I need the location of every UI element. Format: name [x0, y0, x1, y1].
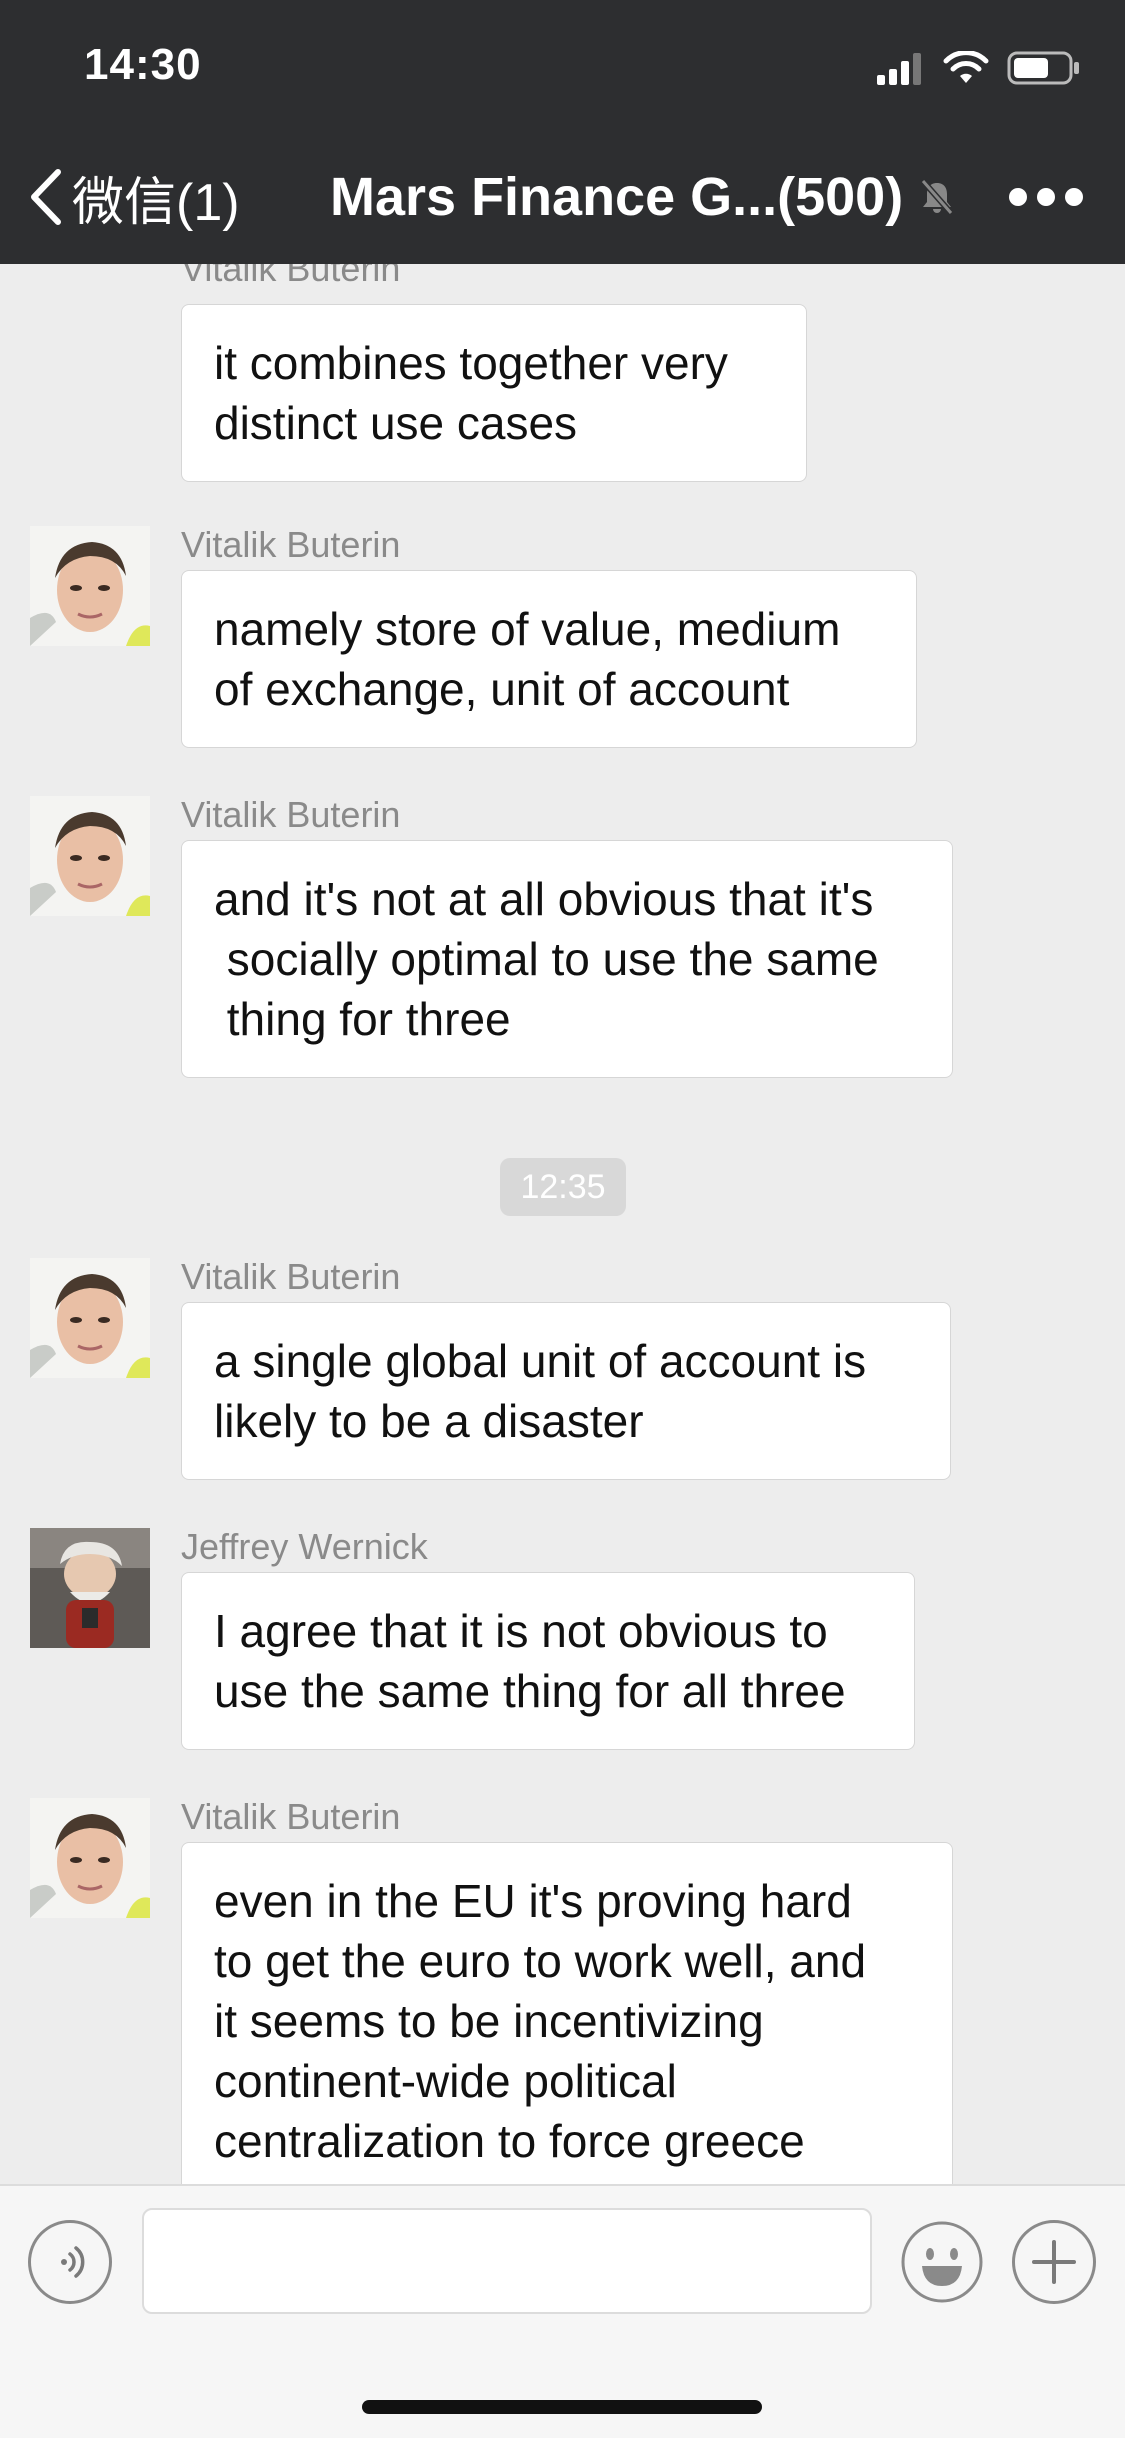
time-divider: 12:35: [500, 1158, 626, 1216]
message-text: and it's not at all obvious that it's so…: [214, 873, 879, 1045]
battery-icon: [1007, 51, 1079, 85]
message-bubble[interactable]: namely store of value, medium of exchang…: [181, 570, 917, 748]
sender-name: Vitalik Buterin: [181, 1256, 401, 1297]
avatar-vitalik[interactable]: [30, 796, 150, 916]
avatar-image: [30, 1258, 150, 1378]
status-icons: [877, 48, 1081, 88]
sender-name: Vitalik Buterin: [181, 524, 401, 565]
message-input[interactable]: [142, 2208, 872, 2314]
plus-icon: [1032, 2240, 1076, 2284]
chat-title-area[interactable]: Mars Finance G...(500): [330, 162, 957, 232]
more-icon-dot: [1009, 188, 1027, 206]
wifi-icon: [943, 51, 989, 83]
avatar-vitalik[interactable]: [30, 1798, 150, 1918]
chat-messages[interactable]: Vitalik Buterin it combines together ver…: [0, 264, 1125, 2184]
message-text: a single global unit of account is likel…: [214, 1335, 867, 1447]
back-button[interactable]: 微信(1): [28, 162, 240, 232]
navigation-header: 14:30 微信(1) Mars Finance G...(500): [0, 0, 1125, 264]
avatar-jeffrey[interactable]: [30, 1528, 150, 1648]
sender-name: Vitalik Buterin: [181, 1796, 401, 1837]
status-time: 14:30: [84, 40, 202, 89]
message-bubble[interactable]: I agree that it is not obvious to use th…: [181, 1572, 915, 1750]
more-button[interactable]: [1009, 182, 1083, 212]
more-icon-dot: [1037, 188, 1055, 206]
message-text: it combines together very distinct use c…: [214, 337, 728, 449]
sender-name: Jeffrey Wernick: [181, 1526, 428, 1567]
message-bubble[interactable]: it combines together very distinct use c…: [181, 304, 807, 482]
message-text: namely store of value, medium of exchang…: [214, 603, 841, 715]
avatar-image: [30, 526, 150, 646]
message-bubble[interactable]: even in the EU it's proving hard to get …: [181, 1842, 953, 2184]
plus-button[interactable]: [1012, 2220, 1096, 2304]
avatar-image: [30, 1528, 150, 1648]
message-text: even in the EU it's proving hard to get …: [214, 1875, 867, 2167]
message-bubble[interactable]: and it's not at all obvious that it's so…: [181, 840, 953, 1078]
voice-button[interactable]: [28, 2220, 112, 2304]
chat-title: Mars Finance G...(500): [330, 167, 904, 227]
message-text: I agree that it is not obvious to use th…: [214, 1605, 846, 1717]
avatar-image: [30, 1798, 150, 1918]
emoji-icon[interactable]: [900, 2220, 984, 2304]
more-icon-dot: [1065, 188, 1083, 206]
avatar-image: [30, 796, 150, 916]
voice-icon: [61, 2246, 85, 2278]
avatar-vitalik[interactable]: [30, 526, 150, 646]
mute-bell-icon: [920, 179, 954, 215]
sender-name: Vitalik Buterin: [181, 794, 401, 835]
signal-icon: [877, 53, 921, 85]
input-bar: [0, 2184, 1125, 2438]
back-label: 微信(1): [72, 173, 240, 232]
chevron-left-icon: [31, 169, 61, 225]
home-indicator: [362, 2400, 762, 2414]
sender-name: Vitalik Buterin: [181, 264, 401, 289]
message-bubble[interactable]: a single global unit of account is likel…: [181, 1302, 951, 1480]
avatar-vitalik[interactable]: [30, 1258, 150, 1378]
